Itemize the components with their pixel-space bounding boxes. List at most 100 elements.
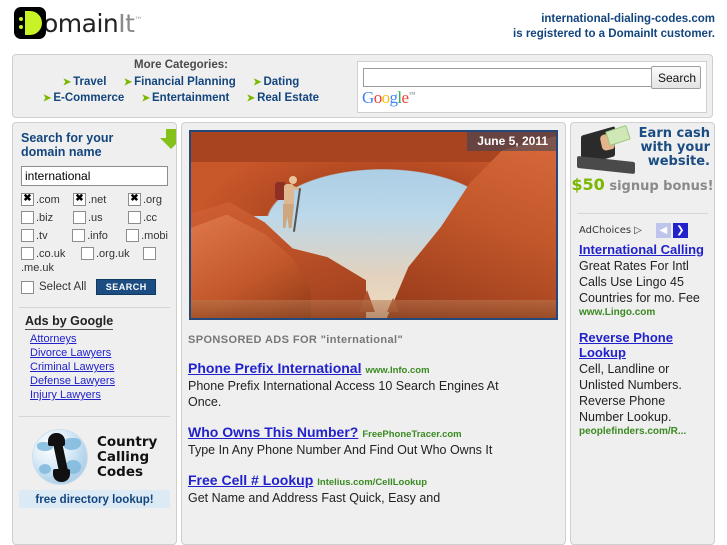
search-input[interactable] — [363, 68, 659, 87]
tld-label: .cc — [143, 211, 158, 224]
bullet-arrow-icon: ➤ — [141, 93, 150, 104]
adchoices-label[interactable]: AdChoices — [579, 225, 631, 236]
ad-link-defense-lawyers[interactable]: Defense Lawyers — [30, 374, 168, 388]
tld-option-org[interactable]: .org — [128, 192, 162, 206]
ad-link-criminal-lawyers[interactable]: Criminal Lawyers — [30, 360, 168, 374]
category-label: Travel — [73, 76, 107, 88]
domain-search-heading: Search for your domain name — [21, 131, 114, 159]
checkbox-icon[interactable] — [143, 247, 156, 260]
tld-option-us[interactable]: .us — [73, 211, 128, 224]
checkbox-icon[interactable] — [73, 211, 86, 224]
tld-option-mobi[interactable]: .mobi — [126, 229, 168, 242]
next-ad-button[interactable]: ❯ — [672, 222, 688, 238]
sidebar-ad-description: Cell, Landline or Unlisted Numbers. Reve… — [579, 362, 682, 424]
registration-notice: international-dialing-codes.com is regis… — [513, 12, 715, 42]
tld-option-me-uk[interactable] — [143, 247, 158, 260]
tld-option-tv[interactable]: .tv — [21, 229, 72, 242]
hero-photo: June 5, 2011 — [189, 130, 558, 320]
category-label: Real Estate — [257, 92, 320, 104]
adchoices-bar: AdChoices ▷ ◀ ❯ — [571, 222, 714, 238]
tld-label: .tv — [36, 229, 48, 242]
ads-by-google-panel: Ads by Google Attorneys Divorce Lawyers … — [13, 308, 176, 406]
earn-line-1: Earn cash — [638, 126, 710, 141]
cc-line-2: Calling — [97, 448, 150, 465]
logo-trademark: ™ — [134, 15, 142, 25]
country-calling-codes-banner[interactable]: Country Calling Codes free directory loo… — [13, 423, 176, 508]
domain-search-button[interactable]: SEARCH — [96, 279, 157, 295]
sponsored-ads-heading: SPONSORED ADS FOR "international" — [188, 334, 404, 346]
sidebar-ad-title[interactable]: Reverse Phone Lookup — [579, 330, 673, 360]
domain-search-panel: Search for your domain name .com .net .o… — [13, 123, 176, 299]
checkbox-icon[interactable] — [128, 192, 141, 206]
earn-cash-banner[interactable]: Earn cash with your website. $50 signup … — [571, 123, 714, 201]
tld-option-org-uk[interactable]: .org.uk — [81, 247, 143, 260]
category-label: Financial Planning — [134, 76, 236, 88]
category-link-real-estate[interactable]: ➤ Real Estate — [247, 92, 319, 104]
google-logo: Google™ — [362, 88, 415, 107]
cc-footer-text: free directory lookup! — [19, 490, 170, 508]
domain-name-input[interactable] — [21, 166, 168, 186]
checkbox-icon[interactable] — [21, 229, 34, 242]
sponsored-ad-url: www.Info.com — [365, 365, 430, 376]
categories-search-bar: More Categories: ➤ Travel ➤ Financial Plan… — [12, 54, 713, 118]
checkbox-icon[interactable] — [81, 247, 94, 260]
tld-label: .org — [143, 193, 162, 206]
checkbox-icon[interactable] — [21, 211, 34, 224]
cc-line-1: Country — [97, 433, 158, 450]
sidebar-ad-title[interactable]: International Calling — [579, 242, 704, 257]
ad-link-injury-lawyers[interactable]: Injury Lawyers — [30, 388, 168, 402]
search-button[interactable]: Search — [651, 66, 701, 89]
sponsored-ad-description: Type In Any Phone Number And Find Out Wh… — [188, 443, 493, 457]
checkbox-icon[interactable] — [21, 247, 34, 260]
category-link-financial-planning[interactable]: ➤ Financial Planning — [124, 76, 236, 88]
ad-link-attorneys[interactable]: Attorneys — [30, 332, 168, 346]
sponsored-ad-url: FreePhoneTracer.com — [362, 429, 462, 440]
laptop-cash-icon — [577, 124, 639, 179]
main-content: June 5, 2011 SPONSORED ADS FOR "internat… — [181, 122, 566, 545]
select-all-checkbox[interactable] — [21, 280, 34, 294]
ad-link-divorce-lawyers[interactable]: Divorce Lawyers — [30, 346, 168, 360]
site-header: omainIt™ international-dialing-codes.com… — [0, 0, 727, 50]
sponsored-ad-item: Phone Prefix International www.Info.com P… — [188, 360, 565, 410]
sponsored-ad-title[interactable]: Phone Prefix International — [188, 360, 361, 376]
sidebar-ad-item: Reverse Phone Lookup Cell, Landline or U… — [571, 326, 714, 437]
bonus-amount: $50 — [571, 175, 605, 194]
sponsored-ad-title[interactable]: Who Owns This Number? — [188, 424, 358, 440]
checkbox-icon[interactable] — [128, 211, 141, 224]
checkbox-icon[interactable] — [126, 229, 140, 242]
tld-label: .mobi — [141, 229, 168, 242]
adchoices-triangle-icon[interactable]: ▷ — [634, 225, 642, 236]
prev-ad-button[interactable]: ◀ — [655, 222, 671, 238]
category-link-dating[interactable]: ➤ Dating — [253, 76, 299, 88]
sponsored-ad-title[interactable]: Free Cell # Lookup — [188, 472, 313, 488]
tld-row: .com .net .org — [21, 192, 168, 206]
sidebar-ad-description: Great Rates For Intl Calls Use Lingo 45 … — [579, 259, 700, 305]
checkbox-icon[interactable] — [72, 229, 86, 242]
category-link-e-commerce[interactable]: ➤ E-Commerce — [43, 92, 124, 104]
tld-option-co-uk[interactable]: .co.uk — [21, 247, 81, 260]
categories-row-2: ➤ E-Commerce ➤ Entertainment ➤ Real Estate — [13, 90, 349, 104]
tld-option-net[interactable]: .net — [73, 192, 128, 206]
right-sidebar: Earn cash with your website. $50 signup … — [570, 122, 715, 545]
category-link-travel[interactable]: ➤ Travel — [63, 76, 107, 88]
sponsored-ad-url: Intelius.com/CellLookup — [317, 477, 428, 488]
photo-date-badge: June 5, 2011 — [467, 132, 556, 151]
select-all-label: Select All — [39, 281, 87, 293]
category-label: E-Commerce — [53, 92, 125, 104]
tld-option-cc[interactable]: .cc — [128, 211, 157, 224]
checkbox-icon[interactable] — [73, 192, 86, 206]
category-link-entertainment[interactable]: ➤ Entertainment — [142, 92, 230, 104]
earn-line-2: with your — [640, 140, 710, 155]
bullet-arrow-icon: ➤ — [246, 93, 256, 104]
domainit-logo[interactable]: omainIt™ — [14, 6, 184, 40]
tld-option-com[interactable]: .com — [21, 192, 73, 206]
tld-row: .tv .info .mobi — [21, 229, 168, 242]
tld-option-biz[interactable]: .biz — [21, 211, 73, 224]
sponsored-ad-description: Get Name and Address Fast Quick, Easy an… — [188, 491, 441, 505]
earn-line-3: website. — [647, 154, 710, 169]
checkbox-icon[interactable] — [21, 192, 34, 206]
phone-handset-icon — [47, 432, 73, 482]
select-all-row: Select All SEARCH — [21, 279, 168, 295]
left-sidebar: Search for your domain name .com .net .o… — [12, 122, 177, 545]
tld-option-info[interactable]: .info — [72, 229, 126, 242]
